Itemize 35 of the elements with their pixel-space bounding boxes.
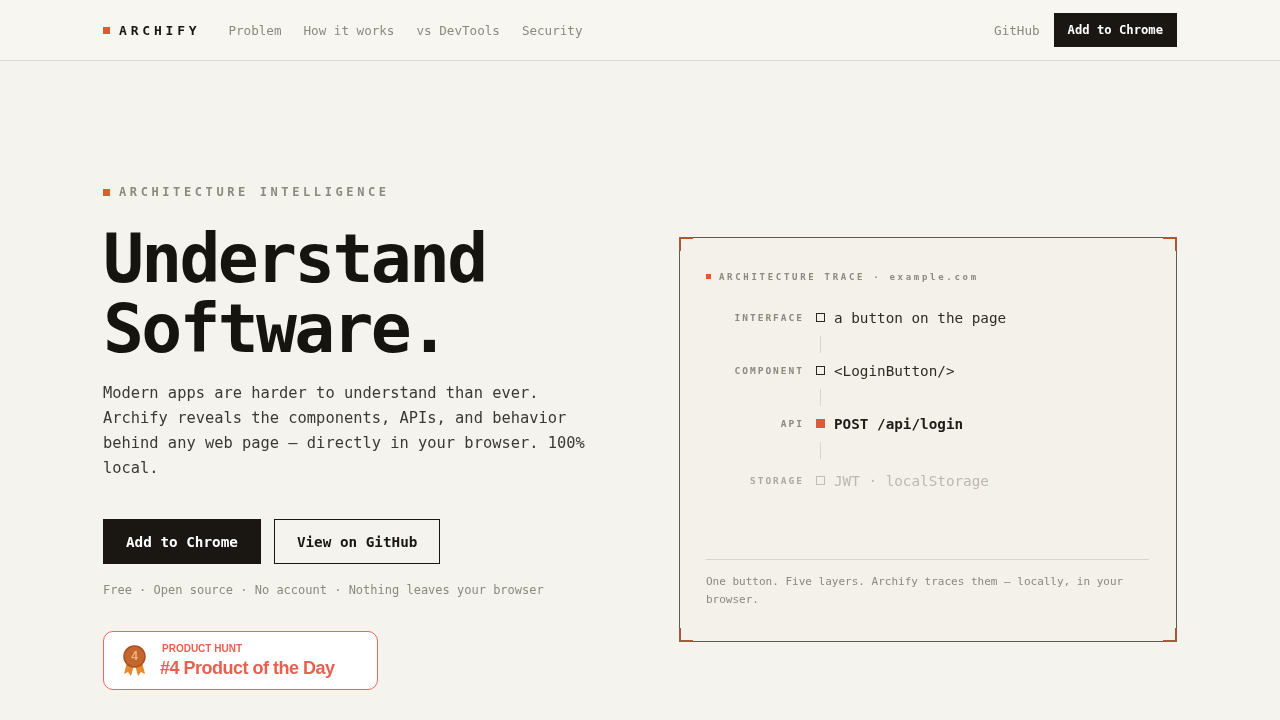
hero-description: Modern apps are harder to understand than ever. Archify reveals the components, APIs, and behavior behind any web page — directly in your browser. 100% local.	[103, 383, 586, 479]
nav-link[interactable]: How it works	[303, 22, 395, 38]
eyebrow-label: ARCHITECTURE INTELLIGENCE	[119, 185, 390, 199]
trace-header: ARCHITECTURE TRACE · example.com	[719, 270, 979, 283]
layer-label: STORAGE	[749, 475, 804, 486]
badge-eyebrow: PRODUCT HUNT	[162, 642, 242, 655]
square-mark-icon	[706, 274, 711, 279]
logo-square-icon	[103, 26, 110, 34]
view-on-github-button[interactable]: View on GitHub	[273, 519, 441, 564]
layer-value: a button on the page	[834, 309, 1007, 326]
add-to-chrome-button[interactable]: Add to Chrome	[1053, 13, 1177, 47]
github-link[interactable]: GitHub	[994, 22, 1040, 38]
hero-heading: Understand Software.	[103, 224, 487, 364]
layer-value: JWT · localStorage	[834, 472, 989, 489]
medal-rank-number: 4	[130, 649, 139, 663]
corner-bracket-icon	[1163, 236, 1177, 251]
trace-footnote: One button. Five layers. Archify traces them — locally, in your browser.	[706, 573, 1125, 608]
nav-link[interactable]: vs DevTools	[416, 22, 500, 38]
corner-bracket-icon	[1163, 627, 1177, 642]
layer-label: INTERFACE	[734, 312, 804, 323]
square-mark-icon	[103, 188, 110, 196]
nav-link[interactable]: Security	[521, 22, 583, 38]
product-hunt-badge[interactable]: 4 PRODUCT HUNT #4 Product of the Day	[103, 631, 378, 690]
corner-bracket-icon	[679, 627, 693, 642]
layer-value: POST /api/login	[834, 415, 964, 432]
corner-bracket-icon	[679, 236, 693, 251]
layer-value: <LoginButton/>	[834, 362, 955, 379]
badge-title: #4 Product of the Day	[160, 657, 335, 679]
nav-link[interactable]: Problem	[228, 22, 282, 38]
feature-list-text: Free · Open source · No account · Nothing leaves your browser	[103, 582, 544, 598]
medal-icon	[122, 645, 147, 676]
logo[interactable]: ARCHIFY	[103, 22, 201, 38]
add-to-chrome-button[interactable]: Add to Chrome	[103, 519, 261, 564]
layer-label: API	[780, 418, 804, 429]
layer-label: COMPONENT	[734, 365, 804, 376]
